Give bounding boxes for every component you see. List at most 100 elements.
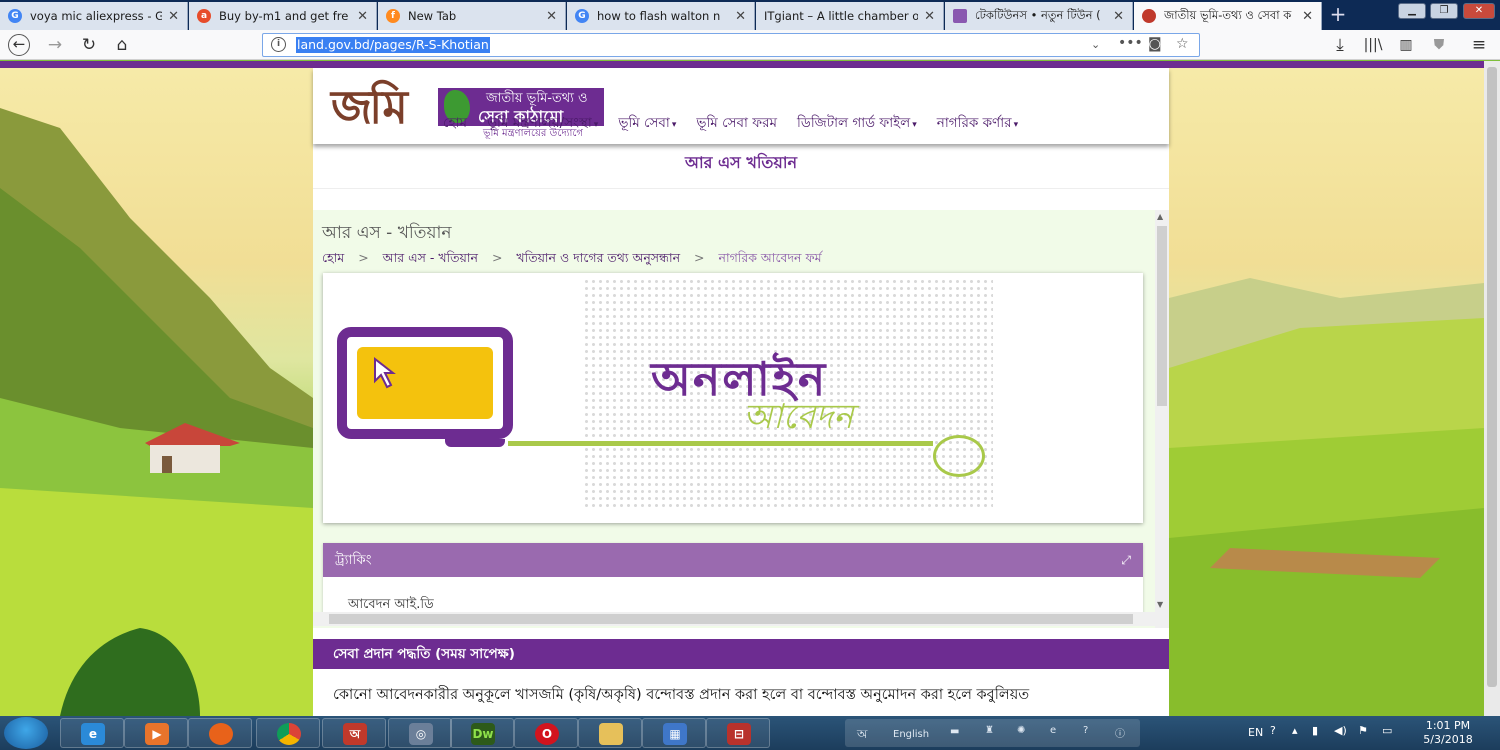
taskbar-firefox[interactable] <box>188 718 252 748</box>
clock-time: 1:01 PM <box>1425 719 1471 732</box>
online-application-banner[interactable]: অনলাইন আবেদন <box>323 273 1143 523</box>
breadcrumb: হোম > আর এস - খতিয়ান > খতিয়ান ও দাগের … <box>322 250 832 270</box>
window-close-button[interactable]: ✕ <box>1463 3 1495 19</box>
scroll-thumb[interactable] <box>329 614 1133 624</box>
breadcrumb-current: নাগরিক আবেদন ফর্ম <box>718 250 822 265</box>
menu-icon[interactable]: ≡ <box>1468 34 1490 56</box>
help-icon[interactable]: ? <box>1083 725 1088 736</box>
taskbar-disc[interactable]: ◎ <box>388 718 452 748</box>
page-vertical-scrollbar[interactable] <box>1484 61 1500 716</box>
home-icon[interactable]: ⌂ <box>111 34 133 56</box>
tracking-header[interactable]: ট্র্যাকিং ⤢ <box>323 543 1143 577</box>
nav-land-service[interactable]: ভূমি সেবা ▾ <box>608 112 686 135</box>
back-icon[interactable]: ← <box>8 34 30 56</box>
forward-icon[interactable]: → <box>44 34 66 56</box>
tab-2[interactable]: f New Tab ✕ <box>378 2 566 30</box>
download-icon[interactable]: ⤓ <box>1329 34 1351 56</box>
settings-icon[interactable]: ✺ <box>1017 725 1025 736</box>
close-icon[interactable]: ✕ <box>735 9 746 24</box>
close-icon[interactable]: ✕ <box>168 9 179 24</box>
language-bar[interactable]: অ English ▬ ♜ ✺ e ? ⓘ <box>845 719 1140 747</box>
toolbox-icon: ⊟ <box>727 723 751 745</box>
show-hidden-icon[interactable]: ▴ <box>1292 724 1298 737</box>
mouse-icon <box>933 435 985 477</box>
bookmark-star-icon[interactable]: ☆ <box>1176 36 1189 52</box>
tab-1[interactable]: a Buy by-m1 and get fre ✕ <box>189 2 377 30</box>
taskbar-app[interactable]: অ <box>322 718 386 748</box>
frame-vertical-scrollbar[interactable]: ▲ ▼ <box>1155 210 1169 628</box>
breadcrumb-search[interactable]: খতিয়ান ও দাগের তথ্য অনুসন্ধান <box>516 250 680 265</box>
taskbar-chrome[interactable] <box>256 718 320 748</box>
tab-6-active[interactable]: জাতীয় ভূমি-তথ্য ও সেবা ক ✕ <box>1134 2 1322 30</box>
scroll-thumb[interactable] <box>1157 226 1167 406</box>
info-icon[interactable]: i <box>271 37 286 52</box>
tracking-panel: ট্র্যাকিং ⤢ আবেদন আই.ডি <box>323 543 1143 621</box>
techtunes-icon <box>953 9 967 23</box>
breadcrumb-separator: > <box>491 250 503 265</box>
tab-label: New Tab <box>408 9 457 23</box>
nav-label: ডিজিটাল গার্ড ফাইল <box>797 115 911 131</box>
close-icon[interactable]: ✕ <box>546 9 557 24</box>
tab-5[interactable]: টেকটিউনস • নতুন টিউন ( ✕ <box>945 2 1133 30</box>
scroll-up-icon[interactable]: ▲ <box>1157 212 1163 221</box>
sidebar-icon[interactable]: ▥ <box>1395 34 1417 56</box>
keyboard-icon[interactable]: ▬ <box>950 726 959 737</box>
cursor-icon <box>374 356 396 389</box>
new-tab-button[interactable]: + <box>1325 2 1351 28</box>
tray-language[interactable]: EN <box>1248 726 1263 739</box>
breadcrumb-home[interactable]: হোম <box>322 250 344 265</box>
close-icon[interactable]: ✕ <box>1302 9 1313 24</box>
taskbar-media-player[interactable]: ▶ <box>124 718 188 748</box>
chevron-down-icon[interactable]: ⌄ <box>1091 38 1100 51</box>
more-icon[interactable]: ••• <box>1118 35 1143 51</box>
flag-icon[interactable]: ⚑ <box>1358 724 1368 737</box>
breadcrumb-rs-khotian[interactable]: আর এস - খতিয়ান <box>383 250 478 265</box>
taskbar-dreamweaver[interactable]: Dw <box>450 718 514 748</box>
tab-0[interactable]: G voya mic aliexpress - G ✕ <box>0 2 188 30</box>
nav-digital-guard-file[interactable]: ডিজিটাল গার্ড ফাইল ▾ <box>787 112 927 135</box>
library-icon[interactable]: |||\ <box>1362 34 1384 56</box>
site-logo[interactable]: জমি <box>331 82 408 132</box>
taskbar-toolbox[interactable]: ⊟ <box>706 718 770 748</box>
breadcrumb-separator: > <box>358 250 369 265</box>
shield-icon[interactable]: ⛊ <box>1428 34 1450 56</box>
network-icon[interactable]: ▮ <box>1312 724 1318 737</box>
nav-service-form[interactable]: ভূমি সেবা ফরম <box>686 112 787 135</box>
firefox-icon <box>209 723 233 745</box>
expand-icon[interactable]: ⤢ <box>1121 543 1131 577</box>
pin-icon[interactable]: ♜ <box>985 725 994 736</box>
start-button[interactable] <box>4 717 48 749</box>
battery-icon[interactable]: ▭ <box>1382 724 1392 737</box>
info-icon[interactable]: ⓘ <box>1115 725 1125 740</box>
reload-icon[interactable]: ↻ <box>78 34 100 56</box>
clock[interactable]: 1:01 PM 5/3/2018 <box>1418 719 1478 747</box>
tracking-title: ট্র্যাকিং <box>335 552 372 568</box>
embedded-frame: আর এস - খতিয়ান হোম > আর এস - খতিয়ান > … <box>313 210 1169 628</box>
page-title: আর এস খতিয়ান <box>684 153 798 172</box>
tab-3[interactable]: G how to flash walton n ✕ <box>567 2 755 30</box>
ie-small-icon[interactable]: e <box>1050 725 1056 736</box>
nav-citizen-corner[interactable]: নাগরিক কর্ণার ▾ <box>927 112 1028 135</box>
scroll-down-icon[interactable]: ▼ <box>1157 600 1163 609</box>
close-icon[interactable]: ✕ <box>924 9 935 24</box>
aliexpress-icon: a <box>197 9 211 23</box>
url-bar[interactable]: i land.gov.bd/pages/R-S-Khotian ⌄ ••• ◙ … <box>262 33 1200 57</box>
help-icon[interactable]: ? <box>1270 724 1276 737</box>
minimize-button[interactable]: ▁ <box>1398 3 1426 19</box>
close-icon[interactable]: ✕ <box>1113 9 1124 24</box>
nav-ministry[interactable]: ভূমি মন্ত্রণালয়/সংস্থা ▾ <box>477 112 608 135</box>
taskbar-ie[interactable]: e <box>60 718 124 748</box>
taskbar-opera[interactable]: O <box>514 718 578 748</box>
scroll-thumb[interactable] <box>1487 67 1497 687</box>
close-icon[interactable]: ✕ <box>357 9 368 24</box>
nav-label: ভূমি মন্ত্রণালয়/সংস্থা <box>486 115 592 131</box>
taskbar-explorer[interactable] <box>578 718 642 748</box>
restore-button[interactable]: ❐ <box>1430 3 1458 19</box>
nav-home[interactable]: হোম <box>433 112 477 135</box>
frame-horizontal-scrollbar[interactable] <box>313 612 1155 626</box>
taskbar-control-panel[interactable]: ▦ <box>642 718 706 748</box>
pocket-icon[interactable]: ◙ <box>1148 36 1162 52</box>
url-text[interactable]: land.gov.bd/pages/R-S-Khotian <box>296 37 490 53</box>
tab-4[interactable]: ITgiant – A little chamber o ✕ <box>756 2 944 30</box>
volume-icon[interactable]: ◀) <box>1334 724 1347 737</box>
